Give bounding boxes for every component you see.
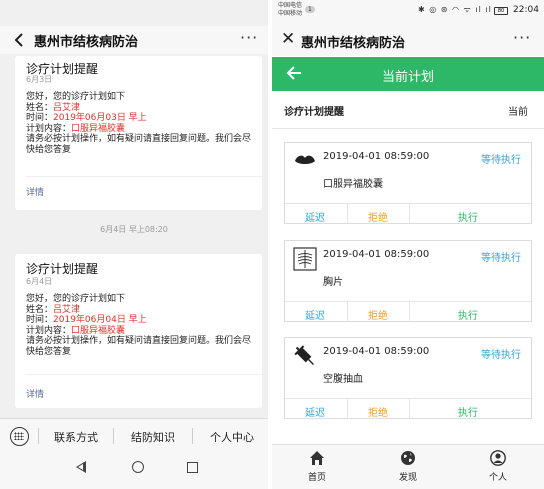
left-screen: 惠州市结核病防治 ··· 诊疗计划提醒 6月3日 您好，您的诊疗计划如下 姓名：… — [0, 0, 268, 489]
reject-button[interactable]: 拒绝 — [368, 404, 388, 419]
plan-time: 2019-04-01 08:59:00 — [323, 346, 430, 357]
page-header: 当前计划 — [272, 57, 544, 91]
chat-title: 惠州市结核病防治 — [34, 35, 139, 50]
status-icons: ✱ ◎ ⊛ ◠ ᯤ ıl ıl — [418, 5, 492, 14]
name-line: 姓名：吕艾津 — [26, 102, 81, 113]
plan-card: 2019-04-01 08:59:00 等待执行 口服异福胶囊 延迟 拒绝 执行 — [284, 142, 532, 224]
message-date: 6月4日 — [26, 277, 53, 286]
left-header: 惠州市结核病防治 ··· — [0, 26, 268, 54]
nav-home-icon[interactable] — [132, 461, 144, 473]
tab-profile[interactable]: 个人 — [468, 445, 528, 489]
android-nav-bar — [0, 452, 268, 489]
status-bar: 中国电信 中国移动 1 ✱ ◎ ⊛ ◠ ᯤ ıl ıl 80 22:04 — [272, 0, 544, 24]
reject-button[interactable]: 拒绝 — [368, 307, 388, 322]
status-badge: 等待执行 — [481, 155, 521, 166]
divider — [38, 428, 39, 444]
xray-icon — [293, 247, 317, 271]
divider — [285, 203, 531, 204]
plan-card: 2019-04-01 08:59:00 等待执行 空腹抽血 延迟 拒绝 执行 — [284, 337, 532, 419]
battery-icon: 80 — [494, 7, 508, 15]
notification-badge: 1 — [305, 6, 315, 13]
plan-line: 计划内容：口服异福胶囊 — [26, 325, 126, 336]
reminder-message[interactable]: 诊疗计划提醒 6月3日 您好，您的诊疗计划如下 姓名：吕艾津 时间：2019年0… — [15, 56, 262, 210]
plan-time: 2019年06月03日 早上 — [53, 113, 147, 123]
execute-button[interactable]: 执行 — [458, 404, 478, 419]
status-badge: 等待执行 — [481, 253, 521, 264]
reject-button[interactable]: 拒绝 — [368, 209, 388, 224]
plan-line: 计划内容：口服异福胶囊 — [26, 123, 126, 134]
pill-icon — [295, 155, 315, 164]
page-title: 当前计划 — [381, 70, 434, 85]
plan-content: 口服异福胶囊 — [71, 325, 126, 336]
greeting: 您好，您的诊疗计划如下 — [26, 92, 126, 102]
divider — [26, 374, 262, 375]
plan-name: 胸片 — [323, 277, 343, 288]
plan-time: 2019-04-01 08:59:00 — [323, 151, 430, 162]
divider — [113, 428, 114, 444]
plan-time: 2019年06月04日 早上 — [53, 315, 147, 325]
plan-time: 2019-04-01 08:59:00 — [323, 249, 430, 260]
syringe-icon — [294, 345, 314, 365]
section-filter[interactable]: 当前 — [508, 103, 528, 118]
globe-icon — [401, 451, 415, 465]
bottom-tab-bar: 首页 发现 个人 — [272, 444, 544, 489]
delay-button[interactable]: 延迟 — [305, 307, 325, 322]
divider — [285, 398, 531, 399]
time-line: 时间：2019年06月03日 早上 — [26, 113, 147, 123]
menu-profile[interactable]: 个人中心 — [210, 429, 254, 445]
keyboard-icon[interactable] — [10, 427, 29, 446]
menu-contact[interactable]: 联系方式 — [54, 429, 98, 445]
section-title: 诊疗计划提醒 — [284, 107, 344, 118]
tab-label: 个人 — [488, 473, 507, 483]
chat-timestamp: 6月4日 早上08:20 — [100, 225, 168, 234]
person-icon — [490, 450, 506, 466]
tab-home[interactable]: 首页 — [287, 445, 347, 489]
divider — [192, 428, 193, 444]
more-icon[interactable]: ··· — [513, 28, 531, 47]
execute-button[interactable]: 执行 — [458, 209, 478, 224]
detail-link[interactable]: 详情 — [26, 185, 44, 198]
chat-menu-bar: 联系方式 结防知识 个人中心 — [0, 418, 268, 452]
note: 请务必按计划操作，如有疑问请直接回复问题。我们会尽快给您答复 — [26, 336, 252, 357]
reminder-message[interactable]: 诊疗计划提醒 6月4日 您好，您的诊疗计划如下 姓名：吕艾津 时间：2019年0… — [15, 254, 262, 408]
tab-label: 首页 — [307, 473, 326, 483]
tab-discover[interactable]: 发现 — [378, 445, 438, 489]
carrier-info: 中国电信 中国移动 — [278, 2, 303, 17]
status-badge: 等待执行 — [481, 350, 521, 361]
name-line: 姓名：吕艾津 — [26, 304, 81, 315]
patient-name: 吕艾津 — [53, 102, 81, 113]
plan-content: 口服异福胶囊 — [71, 123, 126, 134]
tab-label: 发现 — [398, 473, 417, 483]
plan-name: 口服异福胶囊 — [323, 179, 383, 190]
nav-recents-icon[interactable] — [187, 462, 198, 473]
message-date: 6月3日 — [26, 75, 53, 84]
section-header: 诊疗计划提醒 当前 — [272, 91, 544, 129]
greeting: 您好，您的诊疗计划如下 — [26, 294, 126, 304]
delay-button[interactable]: 延迟 — [305, 404, 325, 419]
menu-knowledge[interactable]: 结防知识 — [131, 429, 175, 445]
webview-title: 惠州市结核病防治 — [301, 36, 406, 51]
message-title: 诊疗计划提醒 — [26, 262, 99, 276]
clock: 22:04 — [513, 5, 539, 15]
right-screen: 中国电信 中国移动 1 ✱ ◎ ⊛ ◠ ᯤ ıl ıl 80 22:04 ✕ 惠… — [272, 0, 544, 489]
time-line: 时间：2019年06月04日 早上 — [26, 315, 147, 325]
plan-card: 2019-04-01 08:59:00 等待执行 胸片 延迟 拒绝 执行 — [284, 240, 532, 322]
patient-name: 吕艾津 — [53, 304, 81, 315]
message-body: 您好，您的诊疗计划如下 姓名：吕艾津 时间：2019年06月03日 早上 计划内… — [26, 92, 256, 155]
delay-button[interactable]: 延迟 — [305, 209, 325, 224]
close-icon[interactable]: ✕ — [281, 30, 295, 48]
right-header: ✕ 惠州市结核病防治 ··· — [272, 24, 544, 56]
execute-button[interactable]: 执行 — [458, 307, 478, 322]
back-icon[interactable] — [12, 32, 26, 48]
divider — [26, 176, 262, 177]
divider — [285, 301, 531, 302]
message-body: 您好，您的诊疗计划如下 姓名：吕艾津 时间：2019年06月04日 早上 计划内… — [26, 294, 256, 357]
home-icon — [310, 451, 324, 465]
more-icon[interactable]: ··· — [240, 28, 258, 47]
plan-name: 空腹抽血 — [323, 374, 363, 385]
detail-link[interactable]: 详情 — [26, 387, 44, 400]
note: 请务必按计划操作，如有疑问请直接回复问题。我们会尽快给您答复 — [26, 134, 252, 155]
